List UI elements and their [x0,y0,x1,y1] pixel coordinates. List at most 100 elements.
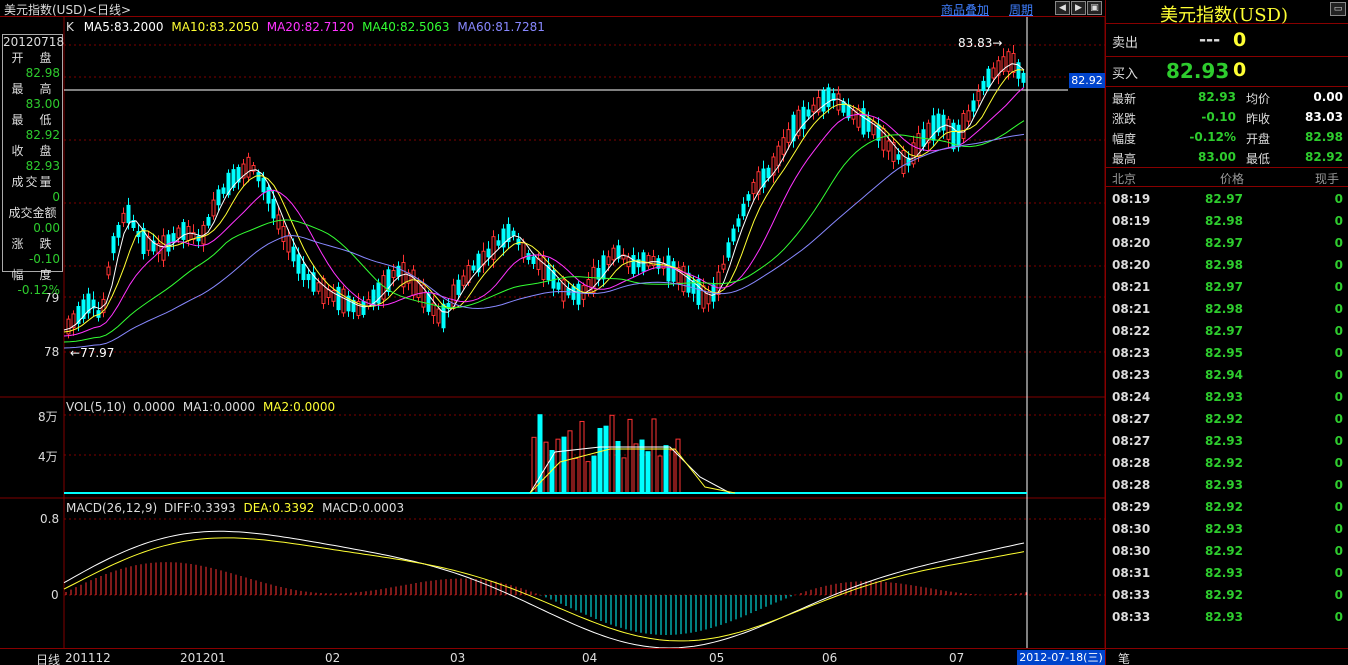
bar-info-box: 20120718 开 盘 82.98 最 高 83.00 最 低 82.92 收… [2,34,64,297]
x-label-05: 05 [709,651,725,665]
stat-label: 开盘 [1246,132,1271,146]
tick-volume: 0 [1334,478,1343,492]
tick-volume: 0 [1334,258,1343,272]
tick-price: 82.92 [1205,588,1243,602]
info-change-label: 涨 跌 [11,236,54,251]
restore-icon[interactable]: ▣ [1087,1,1102,15]
tick-row: 08:30 82.93 0 [1106,519,1348,541]
tick-price: 82.93 [1205,434,1243,448]
stat-value: -0.10 [1201,110,1236,124]
tick-row: 08:27 82.93 0 [1106,431,1348,453]
tick-time: 08:22 [1112,324,1151,338]
vol-value: 0.0000 [133,400,176,414]
high-annotation: 83.83→ [958,36,1003,50]
stat-label: 最新 [1112,92,1137,106]
tick-volume: 0 [1334,434,1343,448]
ma20-value: MA20:82.7120 [266,20,355,34]
tick-time: 08:31 [1112,566,1151,580]
candlesticks [66,45,1026,339]
macd-legend: MACD(26,12,9) DIFF:0.3393 DEA:0.3392 MAC… [66,501,404,515]
tick-time: 08:28 [1112,478,1151,492]
info-open-label: 开 盘 [11,50,54,65]
info-low-label: 最 低 [11,112,54,127]
sell-volume: 0 [1233,29,1247,51]
stat-value: 82.98 [1305,130,1343,144]
tab-trades[interactable]: 笔 [1118,650,1130,665]
tick-row: 08:23 82.94 0 [1106,365,1348,387]
tick-time: 08:21 [1112,280,1151,294]
chart-title: 美元指数(USD)<日线> [4,3,132,17]
price-tick-78: 78 [44,345,60,359]
x-label-04: 04 [582,651,598,665]
stat-label: 均价 [1246,92,1271,106]
stat-label: 涨跌 [1112,112,1137,126]
buy-row: 买入 82.93 0 [1106,59,1348,84]
tick-row: 08:21 82.98 0 [1106,299,1348,321]
kline-chart[interactable] [0,17,1105,665]
info-amount-value: 0.00 [33,221,60,235]
vol-ma2: MA2:0.0000 [262,400,336,414]
tick-price: 82.95 [1205,346,1243,360]
stat-row: 幅度 -0.12% 开盘 82.98 [1106,128,1348,148]
stat-value: 0.00 [1313,90,1343,104]
quote-panel: 美元指数(USD) ▭ 卖出 --- 0 买入 82.93 0 最新 82.93 均… [1105,0,1348,665]
tick-time: 08:21 [1112,302,1151,316]
next-icon[interactable]: ▶ [1071,1,1086,15]
stat-row: 最高 83.00 最低 82.92 [1106,148,1348,168]
tick-price: 82.93 [1205,610,1243,624]
buy-volume: 0 [1233,59,1247,81]
tick-time: 08:30 [1112,544,1151,558]
tick-time: 08:27 [1112,412,1151,426]
info-open-value: 82.98 [25,66,60,80]
tick-volume: 0 [1334,456,1343,470]
prev-icon[interactable]: ◀ [1055,1,1070,15]
close-icon[interactable]: ▭ [1330,2,1346,16]
stat-row: 涨跌 -0.10 昨收 83.03 [1106,108,1348,128]
stat-label: 幅度 [1112,132,1137,146]
vol-tick-8w: 8万 [38,410,58,424]
macd-diff: DIFF:0.3393 [163,501,236,515]
tick-price: 82.92 [1205,412,1243,426]
tick-time: 08:24 [1112,390,1151,404]
ticks-header: 北京 价格 现手 [1106,170,1348,186]
tick-price: 82.93 [1205,566,1243,580]
sell-label: 卖出 [1112,36,1139,51]
tick-row: 08:24 82.93 0 [1106,387,1348,409]
volume-bars [64,414,1027,494]
tick-price: 82.97 [1205,192,1243,206]
tick-time: 08:23 [1112,346,1151,360]
info-pct-value: -0.12% [17,283,60,297]
stat-value: -0.12% [1189,130,1236,144]
info-high-value: 83.00 [25,97,60,111]
tick-row: 08:21 82.97 0 [1106,277,1348,299]
tick-time: 08:30 [1112,522,1151,536]
tick-price: 82.93 [1205,478,1243,492]
tick-row: 08:31 82.93 0 [1106,563,1348,585]
info-pct-label: 幅 度 [11,267,54,282]
k-label: K [66,20,74,34]
ticks-header-time: 北京 [1112,172,1137,186]
macd-dea: DEA:0.3392 [243,501,315,515]
tick-volume: 0 [1334,588,1343,602]
tick-volume: 0 [1334,280,1343,294]
overlay-commodity-link[interactable]: 商品叠加 [941,1,989,18]
vol-tick-4w: 4万 [38,450,58,464]
tick-volume: 0 [1334,214,1343,228]
info-change-value: -0.10 [28,252,60,266]
info-volume-value: 0 [52,190,60,204]
stat-value: 82.93 [1198,90,1236,104]
period-label[interactable]: 日线 [36,651,60,665]
tick-time: 08:33 [1112,610,1151,624]
tick-time: 08:27 [1112,434,1151,448]
tick-row: 08:19 82.98 0 [1106,211,1348,233]
tick-price: 82.97 [1205,324,1243,338]
ma10-value: MA10:83.2050 [171,20,259,34]
x-label-02: 02 [325,651,341,665]
ticks-header-price: 价格 [1220,172,1245,186]
tick-time: 08:19 [1112,192,1151,206]
tick-time: 08:33 [1112,588,1151,602]
period-link[interactable]: 周期 [1009,1,1033,18]
tick-price: 82.93 [1205,390,1243,404]
tick-price: 82.92 [1205,456,1243,470]
ma60-value: MA60:81.7281 [457,20,545,34]
